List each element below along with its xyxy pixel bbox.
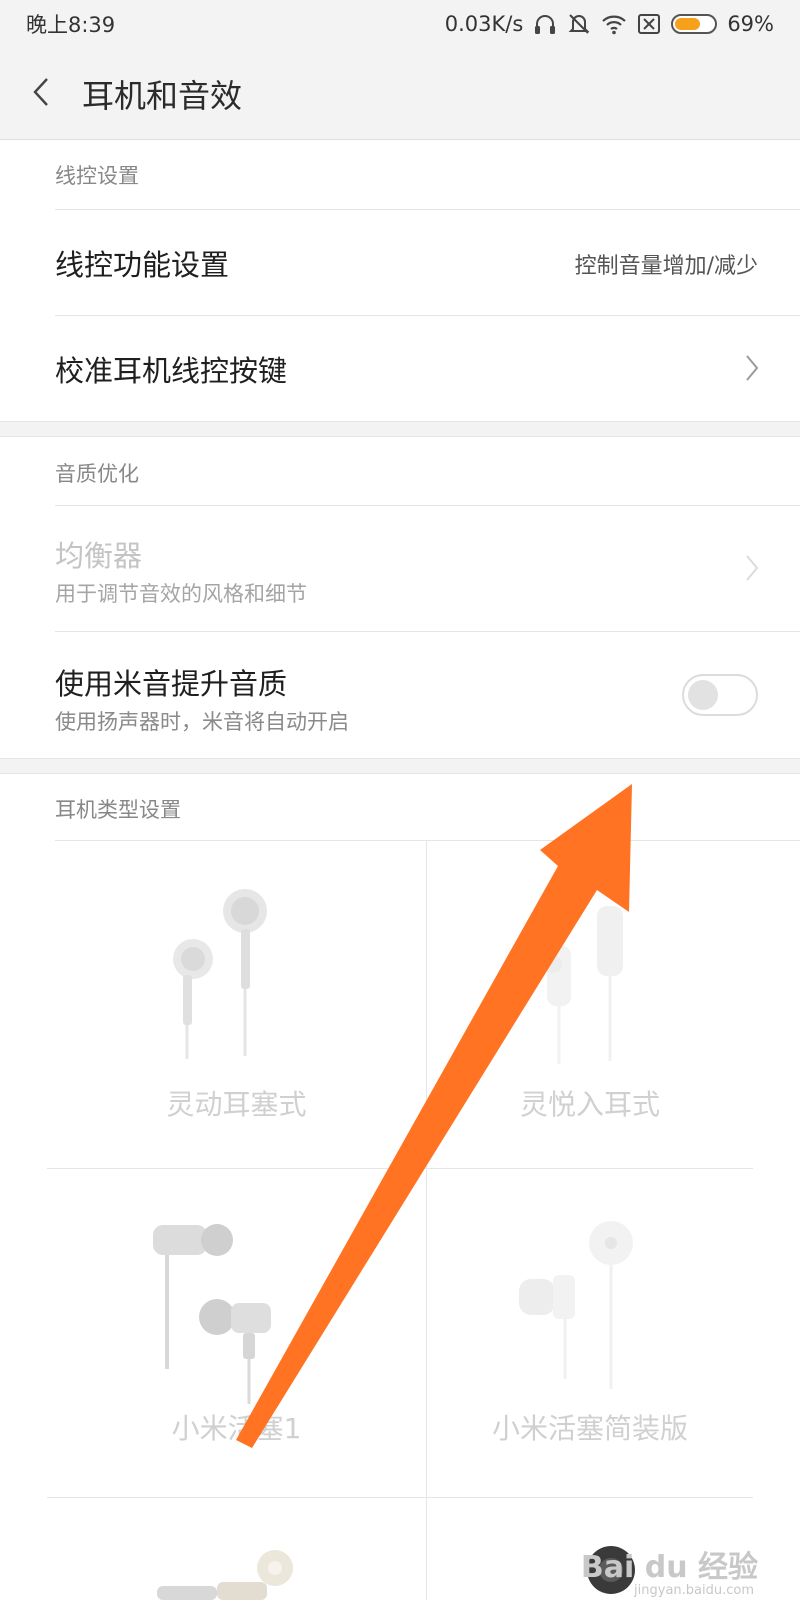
annotation-arrow [236,784,632,1448]
baidu-watermark: Bai du 经验 [580,1550,758,1585]
watermark-url: jingyan.baidu.com [634,1583,754,1598]
